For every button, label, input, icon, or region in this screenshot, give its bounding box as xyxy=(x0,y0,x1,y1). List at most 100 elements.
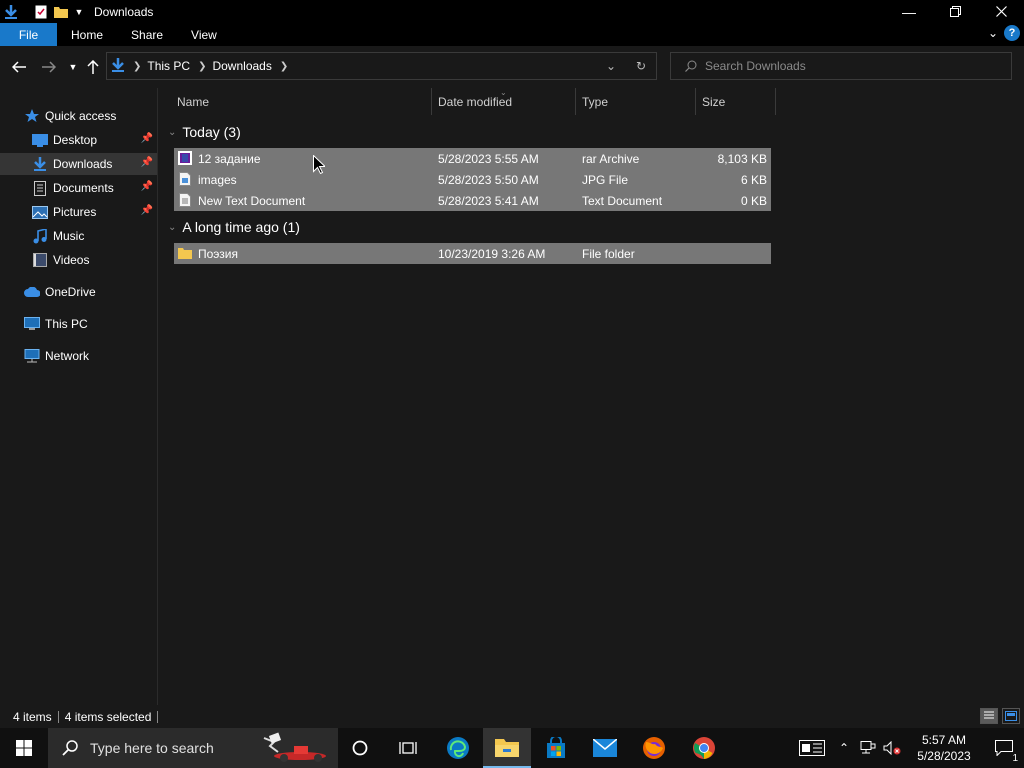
address-bar[interactable]: ❯ This PC ❯ Downloads ❯ ⌄ ↻ xyxy=(106,52,657,80)
column-header-type[interactable]: Type xyxy=(576,88,696,115)
cortana-icon xyxy=(352,740,368,756)
mouse-cursor-icon xyxy=(313,155,325,174)
sidebar-item-documents[interactable]: Documents 📌 xyxy=(0,177,157,199)
desktop-folder-icon xyxy=(32,132,48,148)
sidebar-item-videos[interactable]: Videos xyxy=(0,249,157,271)
sort-indicator-icon: ⌄ xyxy=(500,88,507,97)
new-folder-icon[interactable] xyxy=(54,5,68,19)
recent-locations-button[interactable]: ▼ xyxy=(62,56,84,78)
expand-ribbon-chevron-icon[interactable]: ⌄ xyxy=(988,26,998,40)
group-header-today[interactable]: ⌄ Today (3) xyxy=(168,121,241,143)
cloud-icon xyxy=(24,284,40,300)
cortana-button[interactable] xyxy=(336,728,384,768)
sidebar-item-label: OneDrive xyxy=(45,285,96,299)
pin-icon[interactable]: 📌 xyxy=(141,181,153,192)
minimize-icon: — xyxy=(902,3,916,20)
address-history-dropdown-icon[interactable]: ⌄ xyxy=(596,59,626,73)
tab-share[interactable]: Share xyxy=(117,23,177,46)
minimize-button[interactable]: — xyxy=(886,0,932,23)
pin-icon[interactable]: 📌 xyxy=(141,133,153,144)
news-widget-icon[interactable] xyxy=(792,740,832,756)
downloads-arrow-icon[interactable] xyxy=(4,4,18,19)
taskbar-microsoft-store[interactable] xyxy=(532,728,580,768)
tab-view[interactable]: View xyxy=(177,23,231,46)
refresh-icon[interactable]: ↻ xyxy=(626,59,656,73)
sidebar-item-network[interactable]: Network xyxy=(0,345,157,367)
breadcrumb-downloads[interactable]: Downloads xyxy=(212,59,271,73)
close-button[interactable] xyxy=(978,0,1024,23)
taskbar-clock[interactable]: 5:57 AM 5/28/2023 xyxy=(904,732,984,764)
task-view-icon xyxy=(399,742,417,754)
sidebar-item-quick-access[interactable]: Quick access xyxy=(0,105,157,127)
back-arrow-icon xyxy=(12,61,26,73)
tab-home[interactable]: Home xyxy=(57,23,117,46)
network-status-icon[interactable] xyxy=(856,741,880,755)
file-name: New Text Document xyxy=(198,193,306,208)
task-view-button[interactable] xyxy=(384,728,432,768)
column-header-size[interactable]: Size xyxy=(696,88,776,115)
file-date: 10/23/2019 3:26 AM xyxy=(438,246,546,261)
sidebar-item-this-pc[interactable]: This PC xyxy=(0,313,157,335)
sidebar-item-onedrive[interactable]: OneDrive xyxy=(0,281,157,303)
file-row-poeziya[interactable]: Поэзия 10/23/2019 3:26 AM File folder xyxy=(174,243,771,264)
customize-quick-access-chevron-icon[interactable]: ▼ xyxy=(72,5,86,19)
breadcrumb-separator-icon[interactable]: ❯ xyxy=(280,61,288,72)
microsoft-store-icon xyxy=(547,737,565,758)
sidebar-item-label: This PC xyxy=(45,317,88,331)
sidebar-item-label: Quick access xyxy=(45,109,117,123)
tab-file[interactable]: File xyxy=(0,23,57,46)
videos-folder-icon xyxy=(32,252,48,268)
sidebar-item-pictures[interactable]: Pictures 📌 xyxy=(0,201,157,223)
notification-center-button[interactable]: 1 xyxy=(984,740,1024,764)
file-date: 5/28/2023 5:41 AM xyxy=(438,193,539,208)
help-icon[interactable]: ? xyxy=(1004,25,1020,41)
taskbar-edge[interactable] xyxy=(434,728,482,768)
collapse-chevron-icon[interactable]: ⌄ xyxy=(168,127,176,138)
large-icons-view-button[interactable] xyxy=(1002,708,1020,724)
sidebar-item-label: Videos xyxy=(53,253,90,267)
taskbar-mail[interactable] xyxy=(581,728,629,768)
sidebar-item-music[interactable]: Music xyxy=(0,225,157,247)
volume-muted-icon[interactable] xyxy=(880,741,904,755)
properties-icon[interactable] xyxy=(34,5,48,19)
breadcrumb-separator-icon[interactable]: ❯ xyxy=(133,61,141,72)
restore-button[interactable] xyxy=(932,0,978,23)
start-button[interactable] xyxy=(0,728,48,768)
taskbar-file-explorer[interactable] xyxy=(483,728,531,768)
column-header-name[interactable]: Name xyxy=(171,88,432,115)
file-row-images[interactable]: images 5/28/2023 5:50 AM JPG File 6 KB xyxy=(174,169,771,190)
group-header-long-time-ago[interactable]: ⌄ A long time ago (1) xyxy=(168,216,300,238)
group-label: Today (3) xyxy=(182,124,241,140)
group-label: A long time ago (1) xyxy=(182,219,300,235)
up-button[interactable] xyxy=(82,56,104,78)
text-file-icon xyxy=(178,193,192,207)
title-bar: ▼ Downloads — xyxy=(0,0,1024,23)
back-button[interactable] xyxy=(8,56,30,78)
forward-button[interactable] xyxy=(38,56,60,78)
breadcrumb-this-pc[interactable]: This PC xyxy=(147,59,190,73)
forward-arrow-icon xyxy=(42,61,56,73)
taskbar-search-input[interactable]: Type here to search xyxy=(90,740,214,756)
taskbar-search-box[interactable]: Type here to search xyxy=(48,728,338,768)
file-list: Name Date modified Type Size ⌄ ⌄ Today (… xyxy=(158,88,1024,705)
breadcrumb-separator-icon[interactable]: ❯ xyxy=(198,61,206,72)
file-row-new-text-document[interactable]: New Text Document 5/28/2023 5:41 AM Text… xyxy=(174,190,771,211)
show-hidden-icons-chevron-icon[interactable]: ⌃ xyxy=(832,741,856,755)
file-name: images xyxy=(198,172,237,187)
network-icon xyxy=(24,348,40,364)
sidebar-item-downloads[interactable]: Downloads 📌 xyxy=(0,153,157,175)
search-input[interactable]: Search Downloads xyxy=(705,59,806,73)
search-highlight-icon xyxy=(263,732,326,762)
details-view-button[interactable] xyxy=(980,708,998,724)
taskbar-firefox[interactable] xyxy=(630,728,678,768)
sidebar-item-desktop[interactable]: Desktop 📌 xyxy=(0,129,157,151)
file-row-12-zadanie[interactable]: 12 задание 5/28/2023 5:55 AM rar Archive… xyxy=(174,148,771,169)
pin-icon[interactable]: 📌 xyxy=(141,157,153,168)
search-box[interactable]: Search Downloads xyxy=(670,52,1012,80)
pin-icon[interactable]: 📌 xyxy=(141,205,153,216)
taskbar-chrome[interactable] xyxy=(680,728,728,768)
collapse-chevron-icon[interactable]: ⌄ xyxy=(168,222,176,233)
sidebar-item-label: Desktop xyxy=(53,133,98,147)
window-title: Downloads xyxy=(94,4,154,19)
chrome-icon xyxy=(693,737,715,759)
